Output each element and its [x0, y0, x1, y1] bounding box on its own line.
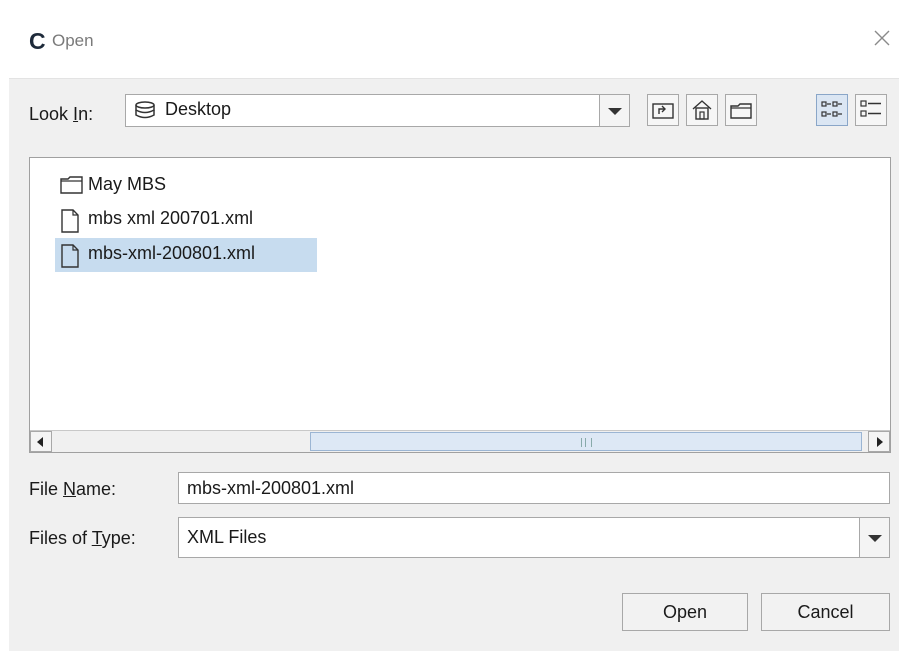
new-folder-icon: [730, 103, 752, 119]
list-view-icon: [821, 101, 842, 117]
title-bar: C Open: [0, 0, 899, 78]
list-view-button[interactable]: [816, 94, 848, 126]
app-icon: C: [29, 28, 46, 54]
home-icon: [692, 100, 712, 120]
file-name-label: mbs-xml-200801.xml: [88, 243, 256, 263]
file-name-label: May MBS: [88, 174, 167, 194]
look-in-value: Desktop: [165, 99, 232, 119]
scrollbar-thumb[interactable]: [310, 432, 862, 451]
files-of-type-combo[interactable]: XML Files: [178, 517, 890, 558]
file-icon: [60, 209, 80, 238]
list-item-file-selected[interactable]: mbs-xml-200801.xml: [55, 238, 317, 272]
home-button[interactable]: [686, 94, 718, 126]
file-name-label: mbs xml 200701.xml: [88, 208, 254, 228]
drive-icon: [134, 101, 156, 126]
file-list[interactable]: May MBS mbs xml 200701.xml mbs-xml-20080…: [29, 157, 891, 453]
scroll-right-icon[interactable]: [868, 431, 890, 452]
list-item-folder[interactable]: May MBS: [55, 169, 215, 203]
files-of-type-value: XML Files: [187, 527, 267, 547]
file-icon: [60, 244, 80, 273]
details-view-icon: [860, 100, 881, 117]
close-icon[interactable]: [871, 27, 893, 49]
folder-icon: [60, 175, 84, 200]
file-name-field[interactable]: [178, 472, 890, 504]
list-item-file[interactable]: mbs xml 200701.xml: [55, 203, 305, 237]
up-folder-button[interactable]: [647, 94, 679, 126]
scroll-left-icon[interactable]: [30, 431, 52, 452]
files-of-type-dropdown-arrow[interactable]: [859, 518, 889, 557]
horizontal-scrollbar[interactable]: [30, 430, 890, 452]
open-button[interactable]: Open: [622, 593, 748, 631]
up-folder-icon: [652, 103, 674, 119]
new-folder-button[interactable]: [725, 94, 757, 126]
details-view-button[interactable]: [855, 94, 887, 126]
cancel-button[interactable]: Cancel: [761, 593, 890, 631]
look-in-dropdown-arrow[interactable]: [599, 95, 629, 126]
look-in-label: Look In:: [29, 104, 94, 124]
files-of-type-label: Files of Type:: [29, 528, 136, 548]
look-in-combo[interactable]: Desktop: [125, 94, 630, 127]
window-title: Open: [52, 31, 94, 50]
file-name-label: File Name:: [29, 479, 117, 499]
